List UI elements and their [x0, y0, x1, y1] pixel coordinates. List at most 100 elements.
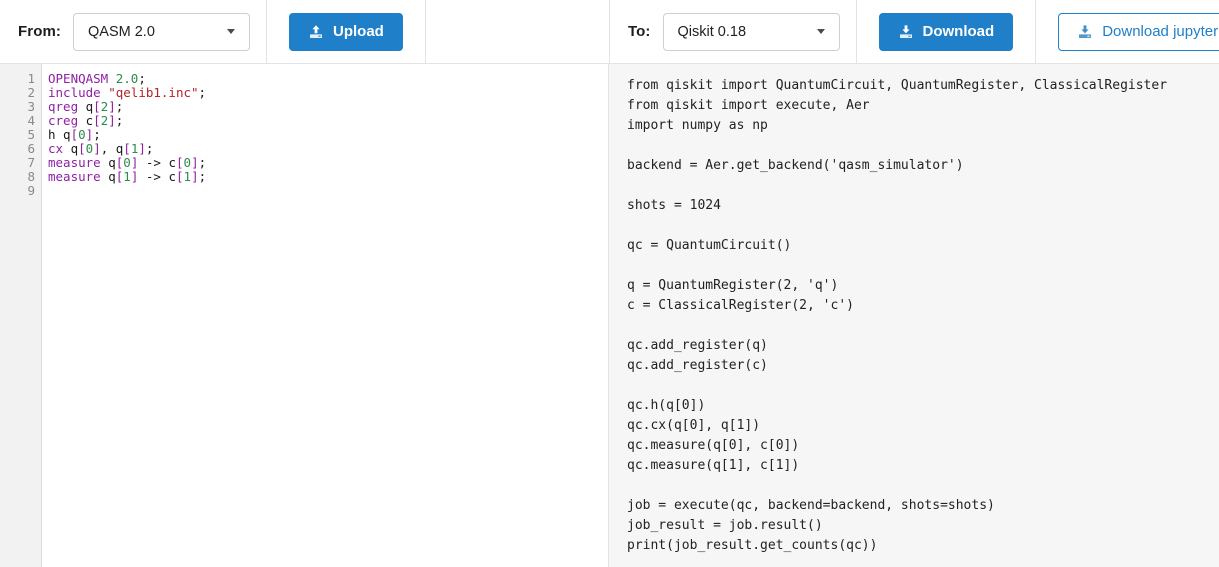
code-token: measure — [48, 169, 101, 184]
from-label: From: — [18, 23, 61, 40]
code-token: -> — [145, 155, 161, 170]
from-format-value: QASM 2.0 — [88, 23, 155, 40]
code-token: qreg — [48, 99, 79, 114]
output-code-line: q = QuantumRegister(2, 'q') — [627, 278, 839, 293]
code-token: creg — [48, 113, 79, 128]
code-token: -> — [145, 169, 161, 184]
output-code-line: qc.add_register(q) — [627, 338, 768, 353]
code-token: c — [160, 155, 176, 170]
code-token: [ — [78, 141, 86, 156]
output-code-line: qc.add_register(c) — [627, 358, 768, 373]
output-code-line: job = execute(qc, backend=backend, shots… — [627, 498, 995, 513]
code-token: [ — [176, 169, 184, 184]
code-token: q — [100, 169, 116, 184]
chevron-down-icon — [816, 29, 825, 34]
output-code-line: shots = 1024 — [627, 198, 721, 213]
line-number: 8 — [27, 169, 35, 184]
code-line: creg c[2]; — [48, 114, 608, 128]
line-number: 2 — [27, 85, 35, 100]
code-token: [ — [93, 113, 101, 128]
from-format-select[interactable]: QASM 2.0 — [73, 12, 250, 51]
code-token: ; — [145, 141, 154, 156]
download-icon — [898, 24, 914, 40]
qasm-converter-app: From: QASM 2.0 Upload To: Qiskit 0.18 Do… — [0, 0, 1219, 567]
download-jupyter-button-label: Download jupyter — [1102, 23, 1219, 40]
code-token: q — [100, 155, 116, 170]
editor-panes: 123456789 OPENQASM 2.0; include "qelib1.i… — [0, 63, 1219, 567]
code-token: 0 — [183, 155, 192, 170]
code-token: q — [55, 127, 71, 142]
code-token: 1 — [123, 169, 131, 184]
line-number: 5 — [27, 127, 35, 142]
toolbar-left-spacer — [426, 0, 609, 63]
code-token: OPENQASM — [48, 71, 109, 86]
code-line: cx q[0], q[1]; — [48, 142, 608, 156]
code-token: 1 — [183, 169, 192, 184]
code-token: ; — [198, 155, 207, 170]
toolbar-source-section: From: QASM 2.0 Upload — [0, 0, 609, 63]
code-token: include — [48, 85, 101, 100]
code-token: , q — [100, 141, 124, 156]
to-format-select[interactable]: Qiskit 0.18 — [662, 12, 840, 51]
code-token: c — [78, 113, 94, 128]
output-code-line: c = ClassicalRegister(2, 'c') — [627, 298, 854, 313]
download-jupyter-cell: Download jupyter — [1036, 0, 1219, 63]
code-line: OPENQASM 2.0; — [48, 72, 608, 86]
line-number: 9 — [27, 183, 35, 198]
download-button-label: Download — [922, 23, 995, 40]
code-token: 2.0 — [115, 71, 139, 86]
output-code-line — [627, 176, 1219, 196]
download-button[interactable]: Download — [878, 12, 1014, 51]
code-token: h — [48, 127, 56, 142]
code-token: ; — [115, 99, 124, 114]
code-token: ; — [93, 127, 101, 142]
output-code-line: from qiskit import QuantumCircuit, Quant… — [627, 78, 1168, 93]
code-token: [ — [93, 99, 101, 114]
code-token: ; — [138, 71, 146, 86]
output-code-line: import numpy as np — [627, 118, 768, 133]
source-editor-pane: 123456789 OPENQASM 2.0; include "qelib1.i… — [0, 64, 609, 567]
code-line: h q[0]; — [48, 128, 608, 142]
upload-icon — [308, 24, 324, 40]
output-code-line — [627, 216, 1219, 236]
line-number-gutter: 123456789 — [0, 64, 42, 567]
upload-button[interactable]: Upload — [289, 12, 403, 51]
output-code-line: qc.measure(q[1], c[1]) — [627, 458, 800, 473]
code-token: ] — [138, 141, 146, 156]
code-token: q — [78, 99, 94, 114]
code-line: include "qelib1.inc"; — [48, 86, 608, 100]
chevron-down-icon — [227, 29, 235, 34]
output-code-line: print(job_result.get_counts(qc)) — [627, 538, 878, 553]
toolbar: From: QASM 2.0 Upload To: Qiskit 0.18 Do… — [0, 0, 1219, 64]
generated-code-output[interactable]: from qiskit import QuantumCircuit, Quant… — [609, 63, 1219, 567]
output-code-line — [627, 136, 1219, 156]
output-code-line — [627, 316, 1219, 336]
output-code-line: job_result = job.result() — [627, 518, 823, 533]
output-code-line: qc.h(q[0]) — [627, 398, 706, 413]
code-token: 0 — [78, 127, 86, 142]
download-icon — [1077, 24, 1093, 40]
code-line: qreg q[2]; — [48, 100, 608, 114]
download-jupyter-button[interactable]: Download jupyter — [1058, 12, 1219, 51]
output-code-line — [627, 256, 1219, 276]
download-cell: Download — [857, 0, 1037, 63]
code-token: [ — [123, 141, 131, 156]
code-token: ] — [108, 99, 116, 114]
line-number: 1 — [27, 71, 35, 86]
toolbar-target-section: To: Qiskit 0.18 Download Download jupyte… — [609, 0, 1219, 63]
code-token: ] — [108, 113, 116, 128]
code-token: [ — [70, 127, 79, 142]
qasm-source-editor[interactable]: OPENQASM 2.0; include "qelib1.inc"; qreg q… — [42, 64, 608, 567]
code-token: c — [160, 169, 176, 184]
line-number: 4 — [27, 113, 35, 128]
output-code-line — [627, 376, 1219, 396]
to-selector-group: To: Qiskit 0.18 — [610, 0, 857, 63]
output-code-line — [627, 476, 1219, 496]
code-token: cx — [48, 141, 64, 156]
code-token: ; — [198, 169, 207, 184]
code-token: 0 — [123, 155, 131, 170]
